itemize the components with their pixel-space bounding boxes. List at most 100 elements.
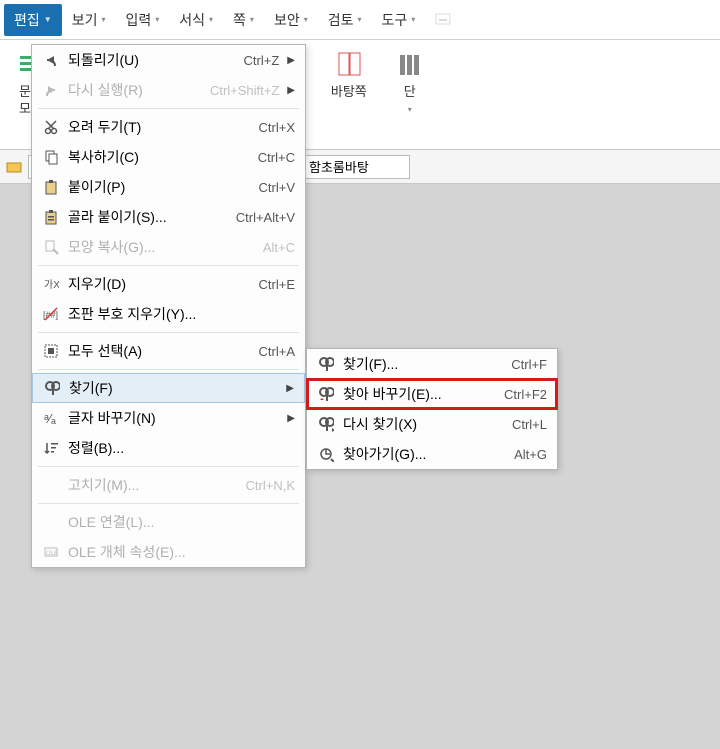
menu-page[interactable]: 쪽▾ (223, 4, 264, 36)
caret-icon: ▾ (155, 15, 159, 24)
edit-menu-item-0[interactable]: 되돌리기(U)Ctrl+Z▶ (32, 45, 305, 75)
menu-item-shortcut: Ctrl+N,K (246, 478, 295, 493)
menu-item-label: 지우기(D) (62, 274, 259, 294)
find-icon (315, 356, 337, 372)
menu-item-label: 고치기(M)... (62, 475, 246, 495)
edit-menu-item-21: OLEOLE 개체 속성(E)... (32, 537, 305, 567)
edit-menu-item-15[interactable]: ᵃ⁄ₐ 글자 바꾸기(N) ▶ (32, 403, 305, 433)
fmtcopy-icon (40, 239, 62, 255)
menu-input[interactable]: 입력▾ (115, 4, 169, 36)
menu-review[interactable]: 검토▾ (318, 4, 372, 36)
findnext-icon (315, 416, 337, 432)
find-submenu-item-0[interactable]: 찾기(F)...Ctrl+F (307, 349, 557, 379)
paste-icon (40, 179, 62, 195)
find-submenu-item-2[interactable]: 다시 찾기(X)Ctrl+L (307, 409, 557, 439)
find-submenu-item-3[interactable]: 찾아가기(G)...Alt+G (307, 439, 557, 469)
menu-item-shortcut: Ctrl+A (259, 344, 295, 359)
menu-item-label: 모양 복사(G)... (62, 237, 263, 257)
menu-separator (38, 466, 299, 467)
menu-security[interactable]: 보안▾ (264, 4, 318, 36)
menu-item-label: 복사하기(C) (62, 147, 258, 167)
edit-menu-item-6[interactable]: 골라 붙이기(S)...Ctrl+Alt+V (32, 202, 305, 232)
menu-item-shortcut: Ctrl+Z (244, 53, 280, 68)
menu-item-label: 되돌리기(U) (62, 50, 244, 70)
pastesp-icon (40, 209, 62, 225)
menu-item-label: 붙이기(P) (62, 177, 259, 197)
find-submenu-dropdown: 찾기(F)...Ctrl+F찾아 바꾸기(E)...Ctrl+F2다시 찾기(X… (306, 348, 558, 470)
edit-menu-item-10[interactable]: [##]조판 부호 지우기(Y)... (32, 299, 305, 329)
caret-icon: ▼ (44, 15, 52, 24)
find-icon (41, 380, 63, 396)
replace-icon (315, 386, 337, 402)
menu-item-shortcut: Alt+C (263, 240, 295, 255)
page-bg-icon (334, 50, 364, 80)
cut-icon (40, 119, 62, 135)
menu-item-label: 정렬(B)... (62, 438, 295, 458)
menu-item-shortcut: Ctrl+Alt+V (236, 210, 295, 225)
submenu-arrow-icon: ▶ (287, 85, 295, 96)
svg-text:가X: 가X (44, 279, 59, 291)
edit-menu-item-1: 다시 실행(R)Ctrl+Shift+Z ▶ (32, 75, 305, 105)
menu-item-shortcut: Ctrl+E (259, 277, 295, 292)
menu-item-shortcut: Ctrl+F (511, 357, 547, 372)
menu-item-shortcut: Alt+G (514, 447, 547, 462)
caret-icon: ▾ (101, 15, 105, 24)
find-submenu-item-1[interactable]: 찾아 바꾸기(E)...Ctrl+F2 (307, 379, 557, 409)
goto-icon (315, 446, 337, 462)
edit-menu-item-18: 고치기(M)...Ctrl+N,K (32, 470, 305, 500)
ribbon-label: 바탕쪽 (331, 84, 367, 101)
menu-item-label: 다시 실행(R) (62, 80, 210, 100)
menu-format[interactable]: 서식▾ (169, 4, 223, 36)
ribbon-label: 단 (404, 84, 416, 101)
edit-menu-item-3[interactable]: 오려 두기(T)Ctrl+X (32, 112, 305, 142)
menubar: 편집▼ 보기▾ 입력▾ 서식▾ 쪽▾ 보안▾ 검토▾ 도구▾ (0, 0, 720, 40)
caret-icon: ▾ (411, 15, 415, 24)
menu-separator (38, 108, 299, 109)
edit-menu-item-14[interactable]: 찾기(F) ▶ (32, 373, 305, 403)
edit-menu-item-20: OLE 연결(L)... (32, 507, 305, 537)
svg-text:ᵃ⁄ₐ: ᵃ⁄ₐ (44, 411, 56, 426)
caret-icon: ▾ (304, 15, 308, 24)
menu-item-label: 글자 바꾸기(N) (62, 408, 279, 428)
redo-icon (40, 82, 62, 98)
menu-separator (38, 369, 299, 370)
menu-overflow[interactable] (425, 7, 463, 33)
edit-menu-item-9[interactable]: 가X지우기(D)Ctrl+E (32, 269, 305, 299)
ole-icon: OLE (40, 544, 62, 560)
menu-item-label: 다시 찾기(X) (337, 414, 512, 434)
menu-separator (38, 332, 299, 333)
chgchar-icon: ᵃ⁄ₐ (40, 410, 62, 426)
menu-separator (38, 503, 299, 504)
menu-item-shortcut: Ctrl+X (259, 120, 295, 135)
blank-icon (40, 514, 62, 530)
folder-icon[interactable] (6, 159, 22, 175)
edit-menu-item-16[interactable]: 정렬(B)... (32, 433, 305, 463)
edit-menu-item-5[interactable]: 붙이기(P)Ctrl+V (32, 172, 305, 202)
menu-item-shortcut: Ctrl+F2 (504, 387, 547, 402)
ribbon-column[interactable]: 단 ▾ (387, 46, 433, 143)
menu-item-label: 찾아가기(G)... (337, 444, 514, 464)
edit-menu-item-4[interactable]: 복사하기(C)Ctrl+C (32, 142, 305, 172)
edit-menu-item-12[interactable]: 모두 선택(A)Ctrl+A (32, 336, 305, 366)
menu-tools[interactable]: 도구▾ (372, 4, 426, 36)
menu-view[interactable]: 보기▾ (62, 4, 116, 36)
overflow-icon (435, 13, 453, 27)
menu-item-label: 골라 붙이기(S)... (62, 207, 236, 227)
erase-icon: 가X (40, 276, 62, 292)
ribbon-background-page[interactable]: 바탕쪽 (323, 46, 375, 143)
sort-icon (40, 440, 62, 456)
menu-item-label: OLE 연결(L)... (62, 512, 295, 532)
menu-item-label: OLE 개체 속성(E)... (62, 542, 295, 562)
submenu-arrow-icon: ▶ (287, 413, 295, 424)
blank-icon (40, 477, 62, 493)
edit-menu-dropdown: 되돌리기(U)Ctrl+Z▶다시 실행(R)Ctrl+Shift+Z▶오려 두기… (31, 44, 306, 568)
menu-item-shortcut: Ctrl+Shift+Z (210, 83, 279, 98)
menu-item-label: 조판 부호 지우기(Y)... (62, 304, 295, 324)
submenu-arrow-icon: ▶ (286, 383, 294, 394)
menu-edit[interactable]: 편집▼ (4, 4, 62, 36)
eraseCode-icon: [##] (40, 306, 62, 322)
combo-value: 함초롬바탕 (309, 157, 369, 176)
menu-item-shortcut: Ctrl+L (512, 417, 547, 432)
menu-item-shortcut: Ctrl+C (258, 150, 295, 165)
menu-item-label: 찾기(F) (63, 378, 278, 398)
